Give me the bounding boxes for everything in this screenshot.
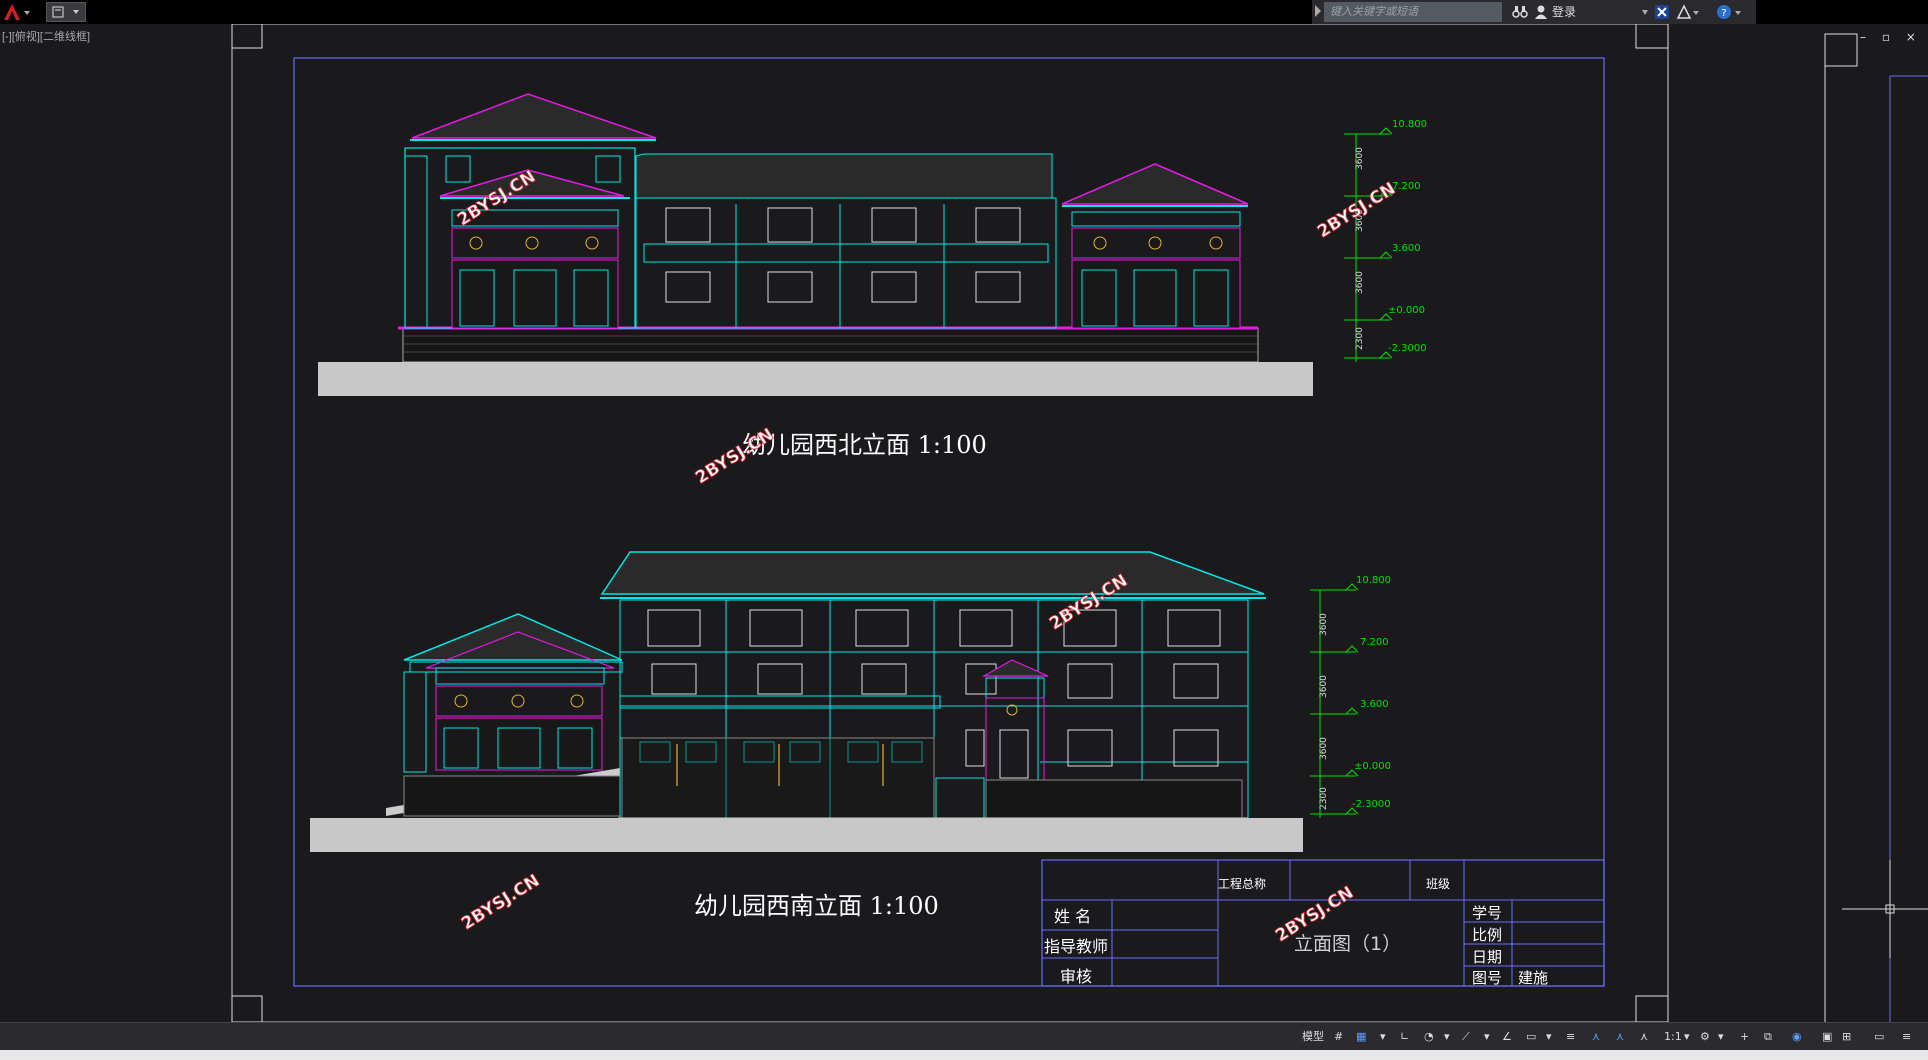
annotation-scale-icon[interactable]: ⋏ [1640, 1029, 1648, 1045]
tb-drawing-no-label: 图号 [1472, 969, 1502, 987]
a360-icon[interactable] [1676, 4, 1700, 20]
snap-icon[interactable]: ▦ [1356, 1029, 1366, 1045]
tb-advisor-label: 指导教师 [1044, 937, 1108, 956]
osnap-dropdown-icon[interactable]: ▾ [1484, 1029, 1490, 1045]
elev-top-4: -2.3000 [1388, 343, 1427, 354]
bottom-border [0, 1050, 1928, 1060]
search-toolbar: 键入关键字或短语 登录 ? [1312, 0, 1756, 24]
elevation-markers-bottom: 10.800 7.200 3.600 ±0.000 -2.3000 3600 3… [1310, 575, 1391, 818]
tb-drawing-no-value: 建施 [1518, 969, 1548, 987]
hardware-accel-icon[interactable]: ◉ [1792, 1029, 1802, 1045]
tb-project-label: 工程总称 [1218, 876, 1266, 891]
tb-review-label: 审核 [1060, 967, 1092, 986]
watermark-5: 2BYSJ.CN [458, 871, 543, 935]
tb-student-id-label: 学号 [1472, 904, 1502, 922]
tb-date-label: 日期 [1472, 948, 1502, 966]
app-menu-button[interactable] [0, 2, 34, 22]
model-tab[interactable]: 模型 [1302, 1029, 1324, 1045]
dim-bottom-0: 3600 [1319, 613, 1329, 636]
elev-top-2: 3.600 [1392, 243, 1421, 254]
user-icon [1535, 5, 1547, 19]
elev-bottom-2: 3.600 [1360, 699, 1389, 710]
elev-bottom-0: 10.800 [1356, 575, 1391, 586]
dim-bottom-3: 2300 [1319, 787, 1329, 810]
dim-bottom-2: 3600 [1319, 737, 1329, 760]
dim-top-0: 3600 [1355, 147, 1365, 170]
dim-top-3: 2300 [1355, 327, 1365, 350]
polar-icon[interactable]: ◔ [1424, 1029, 1434, 1045]
top-toolbar: 键入关键字或短语 登录 ? [0, 0, 1928, 24]
ortho-icon[interactable]: ∟ [1400, 1029, 1409, 1045]
workspace-dropdown-icon[interactable]: ▾ [1718, 1029, 1724, 1045]
elev-top-1: 7.200 [1392, 181, 1421, 192]
search-arrow-icon[interactable] [1315, 5, 1321, 17]
grid-icon[interactable]: # [1334, 1029, 1343, 1045]
login-button[interactable]: 登录 [1552, 2, 1576, 22]
annotation-icon[interactable]: ⋏ [1592, 1029, 1600, 1045]
crosshair-cursor [1842, 860, 1928, 958]
osnap-icon[interactable]: ⟋ [1462, 1029, 1470, 1045]
annotation-visibility-icon[interactable]: ⋏ [1616, 1029, 1624, 1045]
properties-icon[interactable]: ⊞ [1842, 1029, 1851, 1045]
northwest-elevation-title: 幼儿园西北立面 1:100 [742, 431, 987, 459]
otrack-icon[interactable]: ∠ [1502, 1029, 1512, 1045]
autocad-logo-icon [4, 4, 30, 20]
tb-name-label: 姓 名 [1054, 907, 1091, 926]
login-dropdown-icon[interactable] [1642, 10, 1648, 15]
elev-top-3: ±0.000 [1388, 305, 1425, 316]
help-icon[interactable]: ? [1716, 4, 1742, 20]
workspace-gear-icon[interactable]: ⚙ [1700, 1029, 1710, 1045]
quick-access-button[interactable] [46, 2, 86, 22]
southwest-elevation-title: 幼儿园西南立面 1:100 [694, 892, 939, 920]
title-block: 工程总称 班级 姓 名 指导教师 审核 立面图（1） 学号 比例 日期 图号 建… [1041, 859, 1605, 987]
svg-text:?: ? [1721, 8, 1726, 19]
elev-bottom-4: -2.3000 [1352, 799, 1391, 810]
elevation-markers-top: 10.800 7.200 3.600 ±0.000 -2.3000 3600 3… [1344, 119, 1427, 362]
tb-drawing-title: 立面图（1） [1294, 933, 1401, 955]
exchange-icon[interactable] [1654, 4, 1670, 20]
southwest-elevation [310, 551, 1303, 852]
customize-icon[interactable]: ▭ [1874, 1029, 1884, 1045]
binoculars-icon[interactable] [1512, 4, 1528, 20]
scale-dropdown[interactable]: 1:1 [1664, 1029, 1682, 1045]
elev-bottom-1: 7.200 [1360, 637, 1389, 648]
northwest-elevation [318, 93, 1313, 396]
elev-bottom-3: ±0.000 [1354, 761, 1391, 772]
elev-top-0: 10.800 [1392, 119, 1427, 130]
dim-bottom-1: 3600 [1319, 675, 1329, 698]
tb-class-label: 班级 [1426, 877, 1450, 891]
polar-dropdown-icon[interactable]: ▾ [1444, 1029, 1450, 1045]
snap-dropdown-icon[interactable]: ▾ [1380, 1029, 1386, 1045]
isolate-icon[interactable]: ⧉ [1764, 1029, 1772, 1045]
menu-icon[interactable]: ≡ [1902, 1029, 1911, 1045]
dyn-icon[interactable]: ▭ [1526, 1029, 1536, 1045]
lineweight-icon[interactable]: ≡ [1566, 1029, 1575, 1045]
tb-scale-label: 比例 [1472, 926, 1502, 944]
search-input[interactable]: 键入关键字或短语 [1324, 2, 1502, 22]
drawing-canvas[interactable]: 10.800 7.200 3.600 ±0.000 -2.3000 3600 3… [0, 24, 1928, 1024]
dyn-dropdown-icon[interactable]: ▾ [1546, 1029, 1552, 1045]
quick-access-icon [52, 6, 79, 18]
scale-dropdown-icon[interactable]: ▾ [1684, 1029, 1690, 1045]
clean-screen-icon[interactable]: ▣ [1822, 1029, 1832, 1045]
plus-icon[interactable]: + [1740, 1029, 1749, 1045]
dim-top-2: 3600 [1355, 271, 1365, 294]
status-bar: 模型 # ▦ ▾ ∟ ◔ ▾ ⟋ ▾ ∠ ▭ ▾ ≡ ⋏ ⋏ ⋏ 1:1 ▾ ⚙… [0, 1022, 1928, 1051]
